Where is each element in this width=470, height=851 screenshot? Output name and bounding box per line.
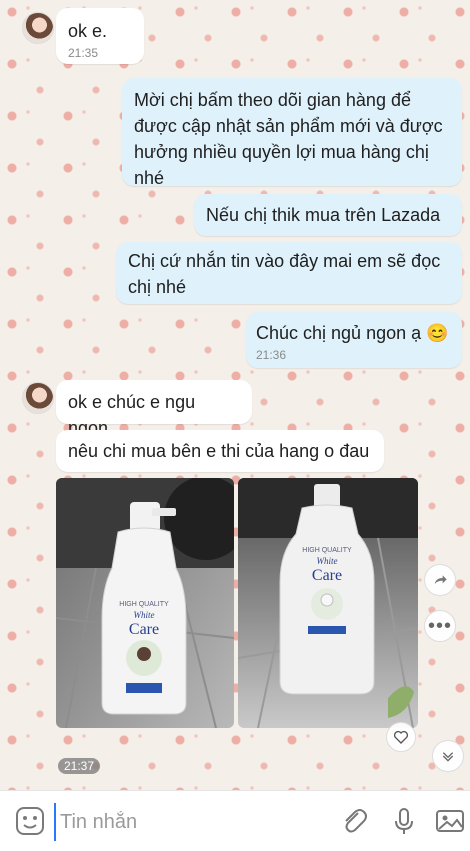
message-bubble-outgoing[interactable]: Mời chị bấm theo dõi gian hàng để được c… (122, 78, 462, 188)
message-text: Nếu chị thik mua trên Lazada (206, 205, 441, 225)
image-gallery-icon[interactable] (434, 805, 466, 837)
scroll-down-button[interactable] (432, 740, 464, 772)
bottle-label-brand2: Care (312, 567, 342, 584)
photo-attachment[interactable]: HIGH QUALITY White Care (238, 478, 418, 728)
bottle-label-top: HIGH QUALITY (119, 601, 169, 608)
message-bubble-outgoing[interactable]: Chúc chị ngủ ngon ạ 😊 21:36 (246, 312, 462, 368)
message-bubble-incoming[interactable]: ok e. 21:35 (56, 8, 144, 64)
compose-bar (0, 790, 470, 851)
chevron-down-icon (442, 752, 454, 762)
shampoo-bottle-photo: HIGH QUALITY White Care (56, 478, 234, 728)
message-bubble-incoming[interactable]: nêu chi mua bên e thi của hang o đau (56, 430, 384, 472)
sticker-icon[interactable] (14, 805, 46, 837)
bottle-label-top: HIGH QUALITY (302, 547, 352, 554)
message-time: 21:35 (68, 46, 99, 60)
message-bubble-outgoing[interactable]: Chị cứ nhắn tin vào đây mai em sẽ đọc ch… (116, 242, 462, 304)
more-options-button[interactable]: ••• (424, 610, 456, 642)
contact-avatar[interactable] (22, 12, 54, 44)
bottle-label-brand: White (317, 556, 338, 566)
message-time: 21:36 (256, 348, 287, 362)
photo-time: 21:37 (58, 758, 101, 774)
bottle-label-brand: White (134, 610, 155, 620)
message-bubble-incoming[interactable]: ok e chúc e ngu ngon (56, 380, 252, 438)
message-text: nêu chi mua bên e thi của hang o đau (68, 441, 370, 461)
photo-attachment[interactable]: HIGH QUALITY White Care (56, 478, 234, 728)
message-bubble-outgoing[interactable]: Nếu chị thik mua trên Lazada (194, 194, 462, 236)
contact-avatar[interactable] (22, 382, 54, 414)
microphone-icon[interactable] (388, 805, 420, 837)
message-input[interactable] (54, 803, 332, 841)
message-text: Mời chị bấm theo dõi gian hàng để được c… (134, 90, 443, 188)
more-dots-icon: ••• (427, 615, 452, 637)
message-text: Chị cứ nhắn tin vào đây mai em sẽ đọc ch… (128, 251, 441, 297)
message-text: Chúc chị ngủ ngon ạ 😊 (256, 323, 449, 343)
message-text: ok e. (68, 21, 108, 41)
forward-button[interactable] (424, 564, 456, 596)
heart-icon (393, 730, 409, 744)
like-button[interactable] (386, 722, 416, 752)
shampoo-bottle-photo: HIGH QUALITY White Care (238, 478, 418, 728)
share-arrow-icon (434, 575, 447, 584)
bottle-label-brand2: Care (129, 621, 159, 638)
attachment-icon[interactable] (338, 805, 370, 837)
